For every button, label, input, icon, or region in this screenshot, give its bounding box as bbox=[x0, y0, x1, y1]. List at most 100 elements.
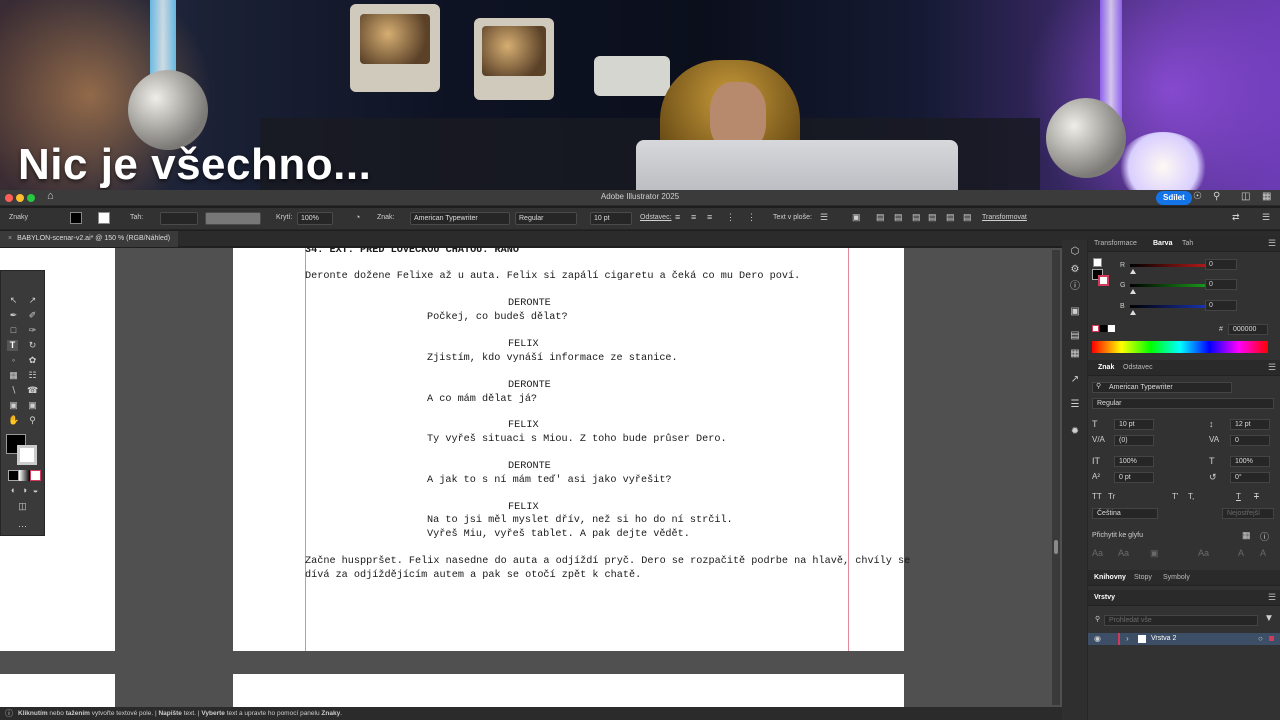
rotate-tool-icon[interactable]: ↻ bbox=[27, 340, 38, 351]
panel-menu-icon[interactable]: ☰ bbox=[1268, 238, 1276, 249]
font-size-field[interactable]: 10 pt bbox=[590, 212, 632, 225]
layers-search-input[interactable]: Prohledat vše bbox=[1104, 615, 1258, 626]
numbering-icon[interactable]: ⋮ bbox=[747, 212, 756, 223]
black-swatch[interactable] bbox=[1100, 325, 1107, 332]
lasso-tool-icon[interactable]: ✿ bbox=[27, 355, 38, 366]
rectangle-tool-icon[interactable]: □ bbox=[8, 325, 19, 336]
b-slider-knob[interactable] bbox=[1130, 310, 1136, 315]
target-icon[interactable]: ○ bbox=[1258, 634, 1263, 643]
help-icon[interactable]: ⓘ bbox=[5, 707, 13, 720]
screen-mode-icon[interactable]: ◫ bbox=[17, 501, 28, 512]
draw-behind-icon[interactable]: ◑ bbox=[19, 485, 30, 496]
fill-swatch[interactable] bbox=[70, 212, 82, 224]
paragraph-label[interactable]: Odstavec: bbox=[640, 214, 672, 221]
tab-symbols[interactable]: Symboly bbox=[1163, 574, 1190, 581]
panel-menu-icon[interactable]: ☰ bbox=[1268, 592, 1276, 603]
appearance-icon[interactable]: ⚙ bbox=[1069, 264, 1081, 276]
tab-stroke[interactable]: Tah bbox=[1182, 240, 1193, 247]
color-spectrum[interactable] bbox=[1092, 341, 1268, 353]
home-icon[interactable]: ⌂ bbox=[47, 190, 54, 202]
color-mode-icon[interactable] bbox=[8, 470, 19, 481]
canvas[interactable]: 34. EXT. PŘED LOVECKOU CHATOU. RÁNO Dero… bbox=[0, 248, 1062, 707]
char-leading[interactable]: 12 pt bbox=[1230, 419, 1270, 430]
arrange-icon[interactable]: ▦ bbox=[1262, 191, 1271, 202]
draw-inside-icon[interactable]: ◒ bbox=[30, 485, 41, 496]
default-colors-icon[interactable] bbox=[1093, 258, 1102, 267]
align-objects-icon-3[interactable]: ▤ bbox=[912, 212, 921, 223]
font-style-select[interactable]: Regular bbox=[515, 212, 577, 225]
artboards-icon[interactable]: ▣ bbox=[1069, 306, 1081, 318]
b-value[interactable]: 0 bbox=[1205, 300, 1237, 311]
stroke-color-swatch[interactable] bbox=[17, 445, 37, 465]
artboard-main[interactable] bbox=[233, 248, 904, 651]
snap-icon[interactable]: ▦ bbox=[1242, 530, 1251, 541]
export-icon[interactable]: ↗ bbox=[1069, 374, 1081, 386]
align-icon[interactable]: ☰ bbox=[1069, 399, 1081, 411]
character-style-select[interactable]: Regular bbox=[1092, 398, 1274, 409]
curvature-tool-icon[interactable]: ✐ bbox=[27, 310, 38, 321]
stroke-weight-field[interactable] bbox=[160, 212, 198, 225]
brushes-icon[interactable]: ✹ bbox=[1069, 426, 1081, 438]
opacity-field[interactable]: 100% bbox=[297, 212, 333, 225]
align-objects-icon-6[interactable]: ▤ bbox=[963, 212, 972, 223]
pen-tool-icon[interactable]: ✒ bbox=[8, 310, 19, 321]
zoom-tool-icon[interactable]: ⚲ bbox=[27, 415, 38, 426]
properties-icon[interactable]: ⬡ bbox=[1069, 246, 1081, 258]
none-mode-icon[interactable] bbox=[30, 470, 41, 481]
snap-xheight-icon[interactable]: Aa bbox=[1118, 548, 1129, 558]
g-value[interactable]: 0 bbox=[1205, 279, 1237, 290]
subscript-button[interactable]: T, bbox=[1188, 492, 1194, 501]
workspace-icon[interactable]: ◫ bbox=[1241, 191, 1250, 202]
font-family-select[interactable]: American Typewriter bbox=[410, 212, 510, 225]
panel-menu-icon[interactable]: ☰ bbox=[1268, 362, 1276, 373]
hex-field[interactable]: 000000 bbox=[1228, 324, 1268, 335]
panel-menu-icon[interactable]: ☰ bbox=[1262, 212, 1270, 223]
char-vertical-scale[interactable]: 100% bbox=[1114, 456, 1154, 467]
stroke-swatch[interactable] bbox=[98, 212, 110, 224]
align-objects-icon-5[interactable]: ▤ bbox=[946, 212, 955, 223]
r-value[interactable]: 0 bbox=[1205, 259, 1237, 270]
none-swatch[interactable] bbox=[1092, 325, 1099, 332]
language-select[interactable]: Čeština bbox=[1092, 508, 1158, 519]
tab-paragraph[interactable]: Odstavec bbox=[1123, 364, 1153, 371]
char-font-size[interactable]: 10 pt bbox=[1114, 419, 1154, 430]
tab-color[interactable]: Barva bbox=[1153, 240, 1172, 247]
align-left-icon[interactable]: ≡ bbox=[675, 212, 680, 222]
area-type-icon[interactable]: ☰ bbox=[820, 212, 828, 223]
align-center-icon[interactable]: ≡ bbox=[691, 212, 696, 222]
tab-layers[interactable]: Vrstvy bbox=[1094, 594, 1115, 601]
align-objects-icon[interactable]: ▤ bbox=[876, 212, 885, 223]
mesh-tool-icon[interactable]: ☷ bbox=[27, 370, 38, 381]
tab-brushes[interactable]: Stopy bbox=[1134, 574, 1152, 581]
snap-angular-icon[interactable]: A bbox=[1238, 548, 1244, 558]
filter-icon[interactable]: ▼ bbox=[1264, 613, 1274, 624]
white-swatch[interactable] bbox=[1108, 325, 1115, 332]
symbol-sprayer-tool-icon[interactable]: ▣ bbox=[8, 400, 19, 411]
more-tools-icon[interactable]: ⋯ bbox=[17, 521, 28, 532]
antialias-select[interactable]: Nejostřejší bbox=[1222, 508, 1274, 519]
char-baseline-shift[interactable]: 0 pt bbox=[1114, 472, 1154, 483]
char-horizontal-scale[interactable]: 100% bbox=[1230, 456, 1270, 467]
hand-tool-icon[interactable]: ✋ bbox=[8, 415, 19, 426]
visibility-eye-icon[interactable]: ◉ bbox=[1094, 634, 1101, 643]
align-objects-icon-4[interactable]: ▤ bbox=[928, 212, 937, 223]
color-stroke-swatch[interactable] bbox=[1098, 275, 1109, 286]
gradient-tool-icon[interactable]: ▦ bbox=[8, 370, 19, 381]
eyedropper-tool-icon[interactable]: ∖ bbox=[8, 385, 19, 396]
pathfinder-icon[interactable]: ▦ bbox=[1069, 348, 1081, 360]
layers-icon[interactable]: ▤ bbox=[1069, 330, 1081, 342]
transform-link[interactable]: Transformovat bbox=[982, 214, 1027, 221]
snap-anchor-icon[interactable]: A bbox=[1260, 548, 1266, 558]
artboard-tool-icon[interactable]: ▣ bbox=[27, 400, 38, 411]
paintbrush-tool-icon[interactable]: ✑ bbox=[27, 325, 38, 336]
strikethrough-icon[interactable]: T bbox=[1254, 492, 1259, 501]
snap-glyph-bounds-icon[interactable]: ▣ bbox=[1150, 548, 1159, 559]
align-to-icon[interactable]: ▣ bbox=[852, 212, 861, 223]
draw-normal-icon[interactable]: ◐ bbox=[8, 485, 19, 496]
tab-transform[interactable]: Transformace bbox=[1094, 240, 1137, 247]
align-right-icon[interactable]: ≡ bbox=[707, 212, 712, 222]
bullets-icon[interactable]: ⋮ bbox=[726, 212, 735, 223]
g-slider-knob[interactable] bbox=[1130, 289, 1136, 294]
underline-icon[interactable]: T bbox=[1236, 492, 1241, 501]
isolate-icon[interactable]: ⇄ bbox=[1232, 212, 1240, 223]
